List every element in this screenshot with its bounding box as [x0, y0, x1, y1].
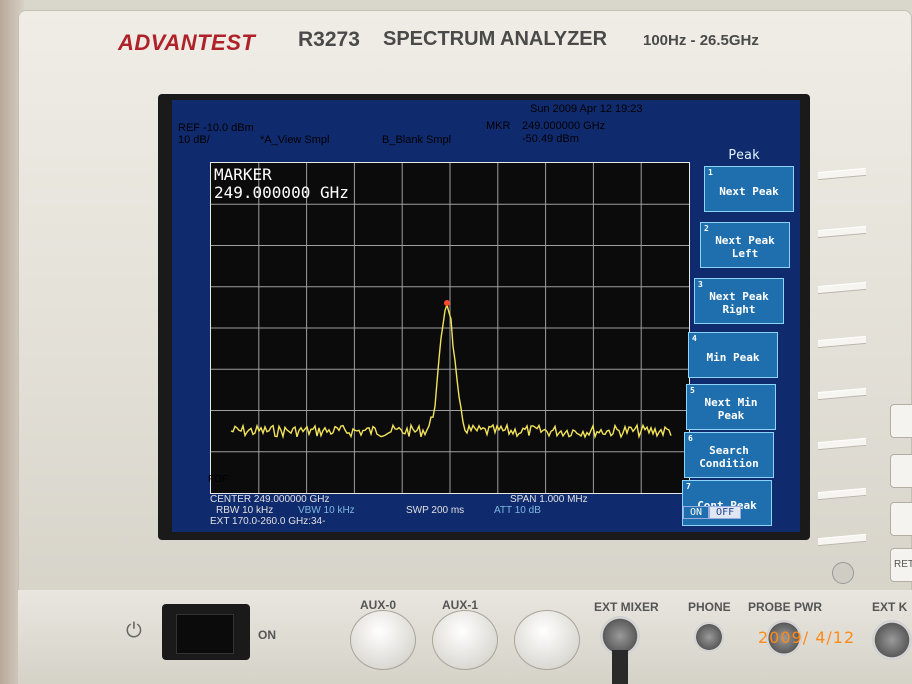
ret-button[interactable]: RET — [890, 548, 912, 582]
trace-a-mode: *A_View Smpl — [260, 134, 330, 146]
softkey-label: Cont Peak — [697, 498, 757, 512]
product-label: SPECTRUM ANALYZER — [383, 28, 608, 50]
screw — [832, 562, 854, 584]
softkey-4[interactable]: 4 Min Peak — [688, 332, 778, 378]
softkey-number: 6 — [688, 434, 693, 443]
mkr-label: MKR — [486, 120, 511, 132]
trace-graticule — [210, 162, 690, 494]
softkey-label: Next Min Peak — [704, 396, 758, 422]
datetime: Sun 2009 Apr 12 19:23 — [530, 103, 643, 115]
aux2-knob[interactable] — [514, 610, 580, 670]
fof-label: FOF — [208, 474, 228, 485]
ext-mixer-cable — [612, 650, 628, 684]
ext-mixer-label: EXT MIXER — [594, 600, 659, 614]
ext-mixer-band: EXT 170.0-260.0 GHz:34- — [210, 516, 326, 527]
softkey-menu-title: Peak — [728, 148, 760, 163]
toggle-off[interactable]: OFF — [709, 506, 742, 519]
right-button-3[interactable] — [890, 502, 912, 536]
softkey-number: 3 — [698, 280, 703, 289]
softkey-label: Next Peak — [719, 184, 779, 198]
aux0-knob[interactable] — [350, 610, 416, 670]
on-label: ON — [258, 628, 276, 642]
mkr-level: -50.49 dBm — [522, 133, 579, 145]
softkey-number: 7 — [686, 482, 691, 491]
softkey-2[interactable]: 2 Next Peak Left — [700, 222, 790, 268]
softkey-label: Min Peak — [706, 350, 760, 364]
marker-frequency: 249.000000 GHz — [214, 183, 349, 202]
phone-jack[interactable] — [694, 622, 724, 652]
softkey-label: Next Peak Left — [715, 234, 775, 260]
ext-k-label: EXT K — [872, 600, 908, 614]
cont-peak-toggle[interactable]: ON OFF — [683, 506, 742, 519]
spectrum-trace — [230, 302, 672, 440]
trace-b-mode: B_Blank Smpl — [382, 134, 452, 146]
softkey-number: 2 — [704, 224, 709, 233]
marker-title: MARKER — [214, 165, 272, 184]
scale-div: 10 dB/ — [178, 134, 210, 146]
frequency-range-label: 100Hz - 26.5GHz — [643, 32, 759, 49]
sweep-time: SWP 200 ms — [406, 505, 465, 516]
softkey-number: 4 — [692, 334, 697, 343]
marker-readout: MARKER 249.000000 GHz — [214, 166, 349, 202]
photo-date-stamp: 2009/ 4/12 — [758, 628, 856, 647]
softkey-label: Search Condition — [699, 444, 759, 470]
model-label: R3273 — [298, 28, 360, 51]
softkey-3[interactable]: 3 Next Peak Right — [694, 278, 784, 324]
softkey-number: 5 — [690, 386, 695, 395]
softkey-label: Next Peak Right — [709, 290, 769, 316]
ref-level: REF -10.0 dBm — [178, 122, 254, 134]
power-switch[interactable] — [176, 614, 234, 654]
marker-point — [444, 300, 450, 306]
right-button-1[interactable] — [890, 404, 912, 438]
power-symbol-icon: ⏻ — [126, 620, 142, 642]
attenuation: ATT 10 dB — [494, 505, 541, 516]
softkey-6[interactable]: 6 Search Condition — [684, 432, 774, 478]
softkey-number: 1 — [708, 168, 713, 177]
probe-pwr-label: PROBE PWR — [748, 600, 823, 614]
softkey-1[interactable]: 1 Next Peak — [704, 166, 794, 212]
right-button-2[interactable] — [890, 454, 912, 488]
ext-k-connector[interactable] — [872, 620, 912, 660]
spectrum-plot — [211, 163, 689, 493]
phone-label: PHONE — [688, 600, 731, 614]
mkr-frequency: 249.000000 GHz — [522, 120, 606, 132]
brand-logo: ADVANTEST — [118, 30, 256, 55]
softkey-7[interactable]: 7 Cont Peak — [682, 480, 772, 526]
toggle-on[interactable]: ON — [683, 506, 710, 519]
aux1-knob[interactable] — [432, 610, 498, 670]
softkey-5[interactable]: 5 Next Min Peak — [686, 384, 776, 430]
